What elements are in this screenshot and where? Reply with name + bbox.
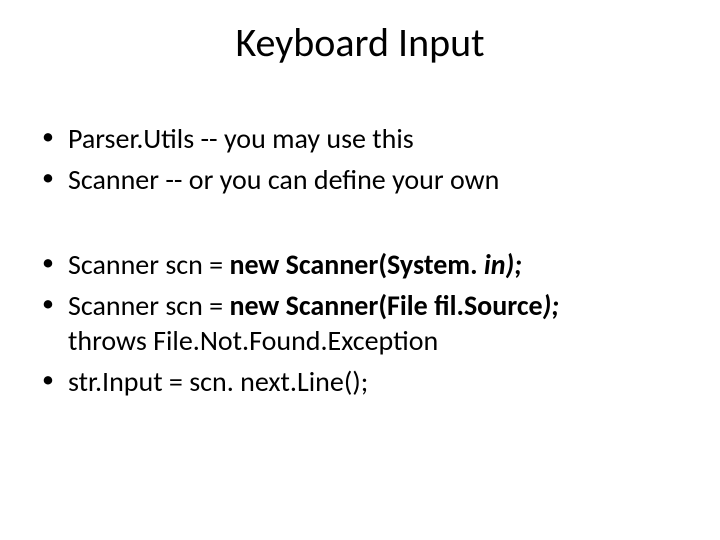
bullet-text-bold: new Scanner(File fil.Source bbox=[229, 288, 542, 323]
bullet-item: Parser.Utils -- you may use this bbox=[34, 121, 686, 156]
bullet-item: Scanner scn = new Scanner(File fil.Sourc… bbox=[34, 288, 686, 358]
slide: Keyboard Input Parser.Utils -- you may u… bbox=[0, 0, 720, 540]
bullet-text-bold: new Scanner(System. bbox=[229, 247, 483, 282]
bullet-text-bold-italic: in); bbox=[484, 247, 522, 282]
bullet-item: Scanner -- or you can define your own bbox=[34, 162, 686, 197]
bullet-text: Parser.Utils -- you may use this bbox=[68, 121, 414, 156]
bullet-item: str.Input = scn. next.Line(); bbox=[34, 364, 686, 399]
bullet-item: Scanner scn = new Scanner(System. in); bbox=[34, 247, 686, 282]
bullet-text-bold-italic: ); bbox=[543, 288, 559, 323]
bullet-list: Scanner scn = new Scanner(System. in); S… bbox=[34, 247, 686, 399]
bullet-text: Scanner scn = bbox=[68, 288, 229, 323]
bullet-text: Scanner -- or you can define your own bbox=[68, 162, 499, 197]
bullet-list: Parser.Utils -- you may use this Scanner… bbox=[34, 121, 686, 197]
spacer bbox=[34, 203, 686, 247]
bullet-text: Scanner scn = bbox=[68, 247, 229, 282]
bullet-text: str.Input = scn. next.Line(); bbox=[68, 364, 368, 399]
bullet-continuation: throws File.Not.Found.Exception bbox=[68, 323, 686, 358]
slide-title: Keyboard Input bbox=[34, 18, 686, 67]
